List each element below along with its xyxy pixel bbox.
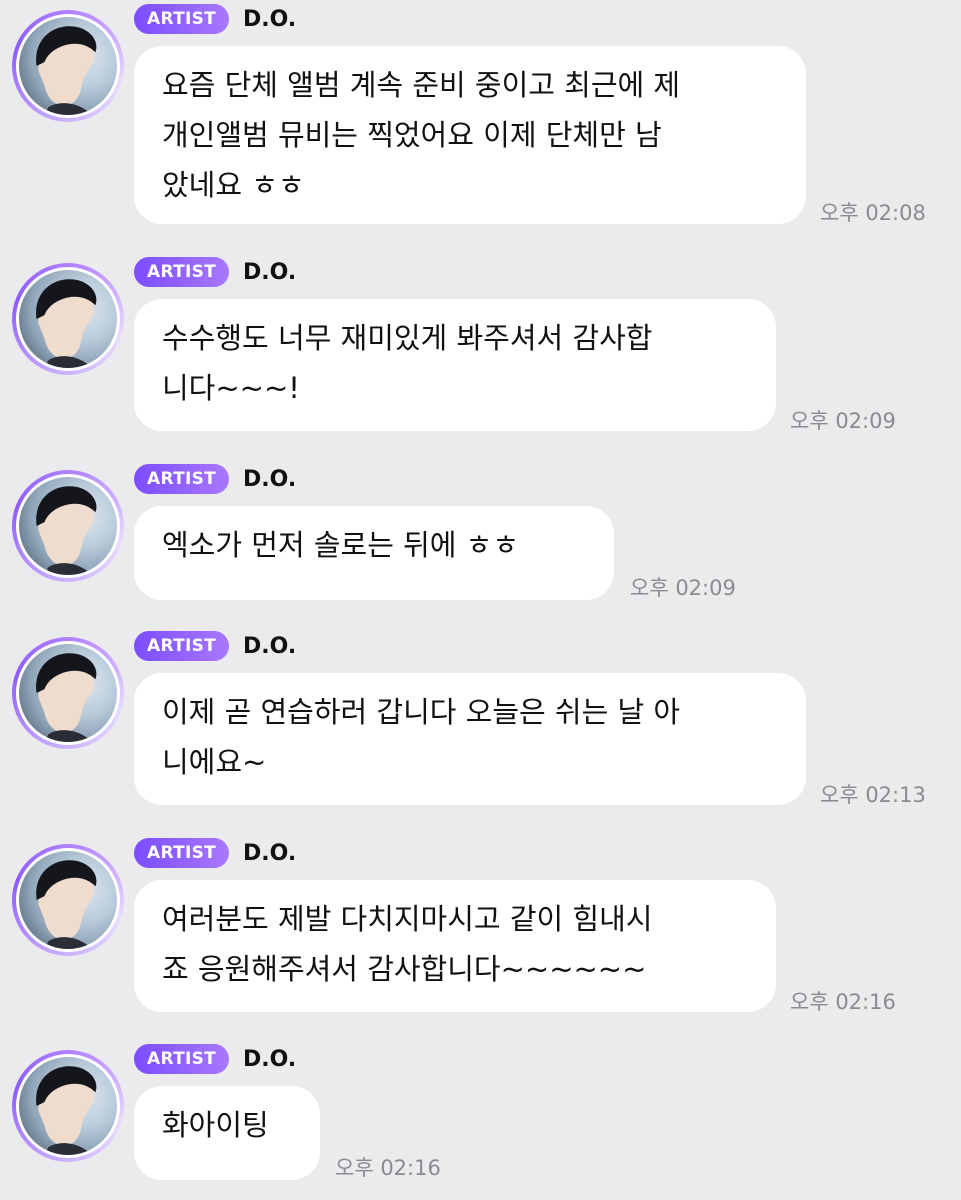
message-header: ARTIST D.O. <box>134 257 296 287</box>
message-bubble[interactable]: 엑소가 먼저 솔로는 뒤에 ㅎㅎ <box>134 506 614 600</box>
message-timestamp: 오후 02:16 <box>790 990 896 1014</box>
sender-name[interactable]: D.O. <box>243 1047 296 1072</box>
message-header: ARTIST D.O. <box>134 631 296 661</box>
artist-avatar[interactable] <box>12 10 124 122</box>
sender-name[interactable]: D.O. <box>243 467 296 492</box>
artist-badge: ARTIST <box>134 1044 230 1074</box>
artist-avatar[interactable] <box>12 637 124 749</box>
artist-avatar[interactable] <box>12 1050 124 1162</box>
message-header: ARTIST D.O. <box>134 464 296 494</box>
artist-avatar[interactable] <box>12 470 124 582</box>
artist-badge: ARTIST <box>134 631 230 661</box>
message-bubble[interactable]: 이제 곧 연습하러 갑니다 오늘은 쉬는 날 아 니에요~ <box>134 673 806 805</box>
portrait-icon <box>36 653 97 742</box>
message-timestamp: 오후 02:09 <box>790 409 896 433</box>
message-timestamp: 오후 02:08 <box>820 201 926 225</box>
message-timestamp: 오후 02:16 <box>335 1156 441 1180</box>
portrait-icon <box>36 279 97 368</box>
artist-avatar[interactable] <box>12 263 124 375</box>
profile-photo <box>19 270 117 368</box>
artist-badge: ARTIST <box>134 464 230 494</box>
sender-name[interactable]: D.O. <box>243 634 296 659</box>
portrait-icon <box>36 860 97 949</box>
message-header: ARTIST D.O. <box>134 838 296 868</box>
artist-avatar[interactable] <box>12 844 124 956</box>
portrait-icon <box>36 1066 97 1155</box>
artist-badge: ARTIST <box>134 257 230 287</box>
message-bubble[interactable]: 화아이팅 <box>134 1086 320 1180</box>
message-header: ARTIST D.O. <box>134 1044 296 1074</box>
profile-photo <box>19 17 117 115</box>
sender-name[interactable]: D.O. <box>243 7 296 32</box>
message-timestamp: 오후 02:09 <box>630 576 736 600</box>
profile-photo <box>19 851 117 949</box>
portrait-icon <box>36 26 97 115</box>
profile-photo <box>19 644 117 742</box>
sender-name[interactable]: D.O. <box>243 260 296 285</box>
message-bubble[interactable]: 요즘 단체 앨범 계속 준비 중이고 최근에 제 개인앨범 뮤비는 찍었어요 이… <box>134 46 806 224</box>
message-bubble[interactable]: 수수행도 너무 재미있게 봐주셔서 감사합 니다~~~! <box>134 299 776 431</box>
message-header: ARTIST D.O. <box>134 4 296 34</box>
message-bubble[interactable]: 여러분도 제발 다치지마시고 같이 힘내시 죠 응원해주셔서 감사합니다~~~~… <box>134 880 776 1012</box>
profile-photo <box>19 1057 117 1155</box>
sender-name[interactable]: D.O. <box>243 841 296 866</box>
artist-badge: ARTIST <box>134 838 230 868</box>
artist-badge: ARTIST <box>134 4 230 34</box>
portrait-icon <box>36 486 97 575</box>
profile-photo <box>19 477 117 575</box>
message-timestamp: 오후 02:13 <box>820 783 926 807</box>
